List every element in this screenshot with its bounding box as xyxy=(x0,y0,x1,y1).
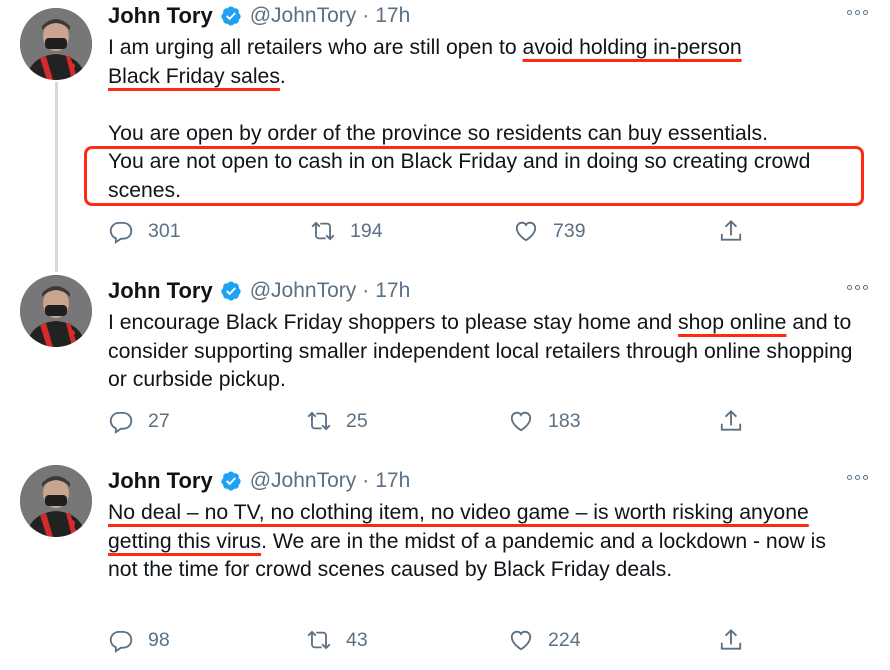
text-segment: . xyxy=(279,64,286,88)
more-icon[interactable] xyxy=(847,10,868,15)
separator-dot: · xyxy=(362,279,370,302)
verified-badge-icon xyxy=(220,470,242,492)
author-handle[interactable]: @JohnTory xyxy=(250,4,357,28)
reply-count: 27 xyxy=(148,410,170,432)
author-handle[interactable]: @JohnTory xyxy=(250,279,357,303)
avatar[interactable] xyxy=(20,465,92,537)
retweet-button[interactable]: 25 xyxy=(306,408,368,434)
avatar[interactable] xyxy=(20,275,92,347)
tweet-header: John Tory @JohnTory · 17h xyxy=(108,2,410,30)
more-icon[interactable] xyxy=(847,475,868,480)
action-bar: 98 43 224 xyxy=(108,627,748,657)
like-count: 739 xyxy=(553,220,586,242)
reply-button[interactable]: 27 xyxy=(108,408,170,434)
reply-icon xyxy=(109,221,133,244)
underlined-phrase: avoid holding in-person xyxy=(522,36,742,59)
separator-dot: · xyxy=(362,4,370,27)
tweet-header: John Tory @JohnTory · 17h xyxy=(108,467,410,495)
reply-count: 301 xyxy=(148,220,181,242)
reply-button[interactable]: 301 xyxy=(108,218,181,244)
retweet-icon xyxy=(311,221,335,241)
author-name[interactable]: John Tory xyxy=(108,278,213,304)
reply-icon xyxy=(109,411,133,434)
like-icon xyxy=(510,411,532,432)
share-icon xyxy=(720,409,742,431)
action-bar: 27 25 183 xyxy=(108,408,748,438)
text-segment: I encourage Black Friday shoppers to ple… xyxy=(108,311,679,334)
highlight-box xyxy=(84,146,864,206)
share-icon xyxy=(720,219,742,241)
tweet-3[interactable]: John Tory @JohnTory · 17h No deal – no T… xyxy=(0,465,890,670)
author-handle[interactable]: @JohnTory xyxy=(250,469,357,493)
like-button[interactable]: 739 xyxy=(513,218,586,244)
retweet-count: 43 xyxy=(346,629,368,651)
reply-icon xyxy=(109,630,133,653)
tweet-text: No deal – no TV, no clothing item, no vi… xyxy=(108,499,838,585)
share-button[interactable] xyxy=(718,408,758,434)
reply-count: 98 xyxy=(148,629,170,651)
tweet-text: I encourage Black Friday shoppers to ple… xyxy=(108,309,853,395)
tweet-header: John Tory @JohnTory · 17h xyxy=(108,277,410,305)
like-button[interactable]: 183 xyxy=(508,408,581,434)
retweet-icon xyxy=(307,630,331,650)
like-count: 224 xyxy=(548,629,581,651)
retweet-button[interactable]: 194 xyxy=(310,218,383,244)
retweet-icon xyxy=(307,411,331,431)
like-button[interactable]: 224 xyxy=(508,627,581,653)
underlined-phrase: shop online xyxy=(678,311,787,334)
retweet-count: 194 xyxy=(350,220,383,242)
timestamp[interactable]: 17h xyxy=(375,279,410,303)
like-icon xyxy=(515,221,537,242)
timestamp[interactable]: 17h xyxy=(375,469,410,493)
separator-dot: · xyxy=(362,469,370,492)
author-name[interactable]: John Tory xyxy=(108,468,213,494)
underlined-phrase: Black Friday sales xyxy=(108,64,280,88)
retweet-button[interactable]: 43 xyxy=(306,627,368,653)
like-count: 183 xyxy=(548,410,581,432)
share-icon xyxy=(720,628,742,650)
more-icon[interactable] xyxy=(847,285,868,290)
thread-connector xyxy=(55,82,58,272)
author-name[interactable]: John Tory xyxy=(108,3,213,29)
verified-badge-icon xyxy=(220,5,242,27)
text-segment: I am urging all retailers who are still … xyxy=(108,36,523,59)
like-icon xyxy=(510,630,532,651)
share-button[interactable] xyxy=(718,627,758,653)
timestamp[interactable]: 17h xyxy=(375,4,410,28)
reply-button[interactable]: 98 xyxy=(108,627,170,653)
tweet-1[interactable]: John Tory @JohnTory · 17h I am urging al… xyxy=(0,0,890,272)
verified-badge-icon xyxy=(220,280,242,302)
avatar[interactable] xyxy=(20,8,92,80)
share-button[interactable] xyxy=(718,218,758,244)
retweet-count: 25 xyxy=(346,410,368,432)
text-paragraph: You are open by order of the province so… xyxy=(108,121,768,145)
tweet-2[interactable]: John Tory @JohnTory · 17h I encourage Bl… xyxy=(0,275,890,455)
action-bar: 301 194 739 xyxy=(108,218,748,248)
